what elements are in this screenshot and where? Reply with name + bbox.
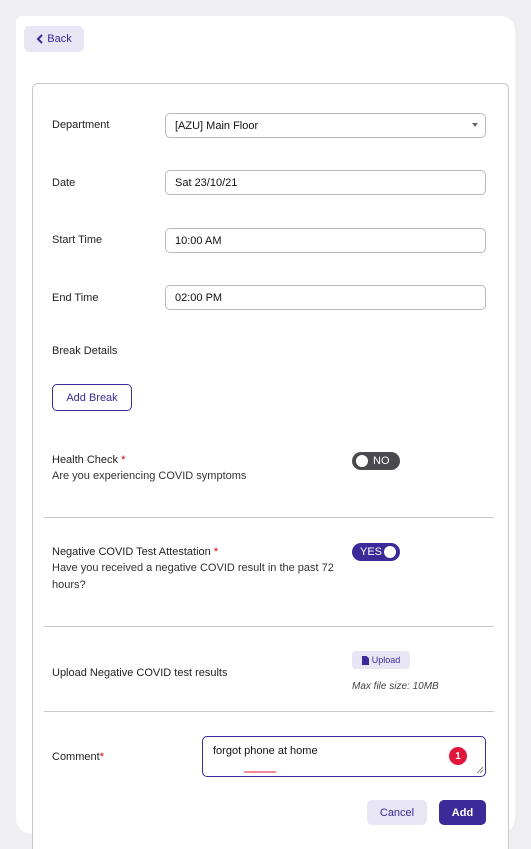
comment-label: Comment* bbox=[52, 751, 104, 763]
back-label: Back bbox=[47, 33, 72, 45]
covid-question-line1: Have you received a negative COVID resul… bbox=[52, 562, 334, 574]
department-select[interactable]: [AZU] Main Floor bbox=[165, 113, 486, 138]
department-label: Department bbox=[52, 119, 110, 131]
cancel-button[interactable]: Cancel bbox=[367, 800, 427, 825]
date-value: Sat 23/10/21 bbox=[175, 176, 238, 189]
file-icon bbox=[361, 655, 369, 665]
end-time-value: 02:00 PM bbox=[175, 291, 223, 304]
upload-label: Upload Negative COVID test results bbox=[52, 667, 228, 679]
toggle-label: YES bbox=[360, 546, 383, 558]
health-check-title: Health Check bbox=[52, 454, 119, 466]
health-check-label: Health Check * bbox=[52, 454, 125, 466]
date-label: Date bbox=[52, 177, 76, 189]
comment-value: forgot phone at home bbox=[213, 745, 318, 757]
covid-attestation-title: Negative COVID Test Attestation bbox=[52, 546, 211, 558]
shift-form-card bbox=[32, 83, 509, 849]
divider bbox=[44, 626, 494, 627]
upload-button-label: Upload bbox=[371, 655, 401, 665]
add-break-button[interactable]: Add Break bbox=[52, 384, 132, 411]
resize-handle-icon[interactable] bbox=[476, 766, 484, 774]
toggle-knob bbox=[356, 455, 368, 467]
required-mark: * bbox=[213, 546, 219, 558]
spellcheck-underline bbox=[244, 771, 276, 773]
date-input[interactable]: Sat 23/10/21 bbox=[165, 170, 486, 195]
required-mark: * bbox=[121, 454, 126, 466]
upload-button[interactable]: Upload bbox=[352, 651, 410, 669]
caret-down-icon bbox=[472, 123, 478, 127]
comment-title: Comment bbox=[52, 751, 100, 763]
chevron-left-icon bbox=[36, 34, 43, 44]
end-time-input[interactable]: 02:00 PM bbox=[165, 285, 486, 310]
header-bar bbox=[16, 16, 515, 64]
covid-question-line2: hours? bbox=[52, 579, 86, 591]
health-check-question: Are you experiencing COVID symptoms bbox=[52, 470, 247, 482]
divider bbox=[44, 517, 494, 518]
max-file-size: Max file size: 10MB bbox=[352, 681, 439, 692]
required-mark: * bbox=[99, 751, 104, 763]
start-time-label: Start Time bbox=[52, 234, 103, 246]
start-time-input[interactable]: 10:00 AM bbox=[165, 228, 486, 253]
start-time-value: 10:00 AM bbox=[175, 234, 222, 247]
covid-attestation-toggle[interactable]: YES bbox=[352, 543, 400, 561]
covid-attestation-label: Negative COVID Test Attestation * bbox=[52, 546, 218, 558]
toggle-label: NO bbox=[373, 455, 390, 467]
add-button[interactable]: Add bbox=[439, 800, 486, 825]
toggle-knob bbox=[384, 546, 396, 558]
break-details-label: Break Details bbox=[52, 345, 118, 357]
divider bbox=[44, 711, 494, 712]
health-check-toggle[interactable]: NO bbox=[352, 452, 400, 470]
error-count-badge: 1 bbox=[449, 747, 467, 765]
department-value: [AZU] Main Floor bbox=[175, 119, 259, 132]
end-time-label: End Time bbox=[52, 292, 99, 304]
back-button[interactable]: Back bbox=[24, 26, 84, 52]
